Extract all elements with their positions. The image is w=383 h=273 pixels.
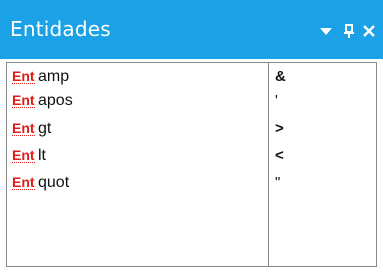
entity-name: lt bbox=[38, 147, 46, 164]
entity-icon: Ent bbox=[12, 92, 35, 108]
entity-value: > bbox=[275, 120, 284, 137]
panel-titlebar: Entidades bbox=[0, 0, 383, 59]
panel-title: Entidades bbox=[10, 17, 111, 41]
entity-name: apos bbox=[38, 92, 73, 109]
entity-name: amp bbox=[38, 68, 70, 85]
close-icon bbox=[363, 25, 375, 37]
entity-icon: Ent bbox=[12, 120, 35, 136]
list-item[interactable]: Ent lt < bbox=[7, 146, 376, 166]
entity-name: quot bbox=[38, 174, 70, 191]
list-item[interactable]: Ent apos ' bbox=[7, 91, 376, 111]
entity-icon: Ent bbox=[12, 68, 35, 84]
entity-value: & bbox=[275, 68, 286, 85]
entities-panel: Entidades Ent amp & Ent apos ' Ent gt > … bbox=[0, 0, 383, 273]
list-item[interactable]: Ent amp & bbox=[7, 67, 376, 87]
list-item[interactable]: Ent gt > bbox=[7, 119, 376, 139]
entity-icon: Ent bbox=[12, 147, 35, 163]
entity-icon: Ent bbox=[12, 174, 35, 190]
panel-menu-button[interactable] bbox=[315, 20, 337, 42]
entity-value: " bbox=[275, 174, 281, 191]
chevron-down-icon bbox=[320, 28, 332, 35]
pin-button[interactable] bbox=[338, 20, 360, 42]
entity-value: ' bbox=[275, 92, 278, 109]
close-button[interactable] bbox=[358, 20, 380, 42]
entities-list: Ent amp & Ent apos ' Ent gt > Ent lt < E… bbox=[6, 62, 377, 267]
list-item[interactable]: Ent quot " bbox=[7, 173, 376, 193]
pin-icon bbox=[344, 24, 354, 38]
entity-value: < bbox=[275, 147, 284, 164]
entity-name: gt bbox=[38, 120, 52, 137]
